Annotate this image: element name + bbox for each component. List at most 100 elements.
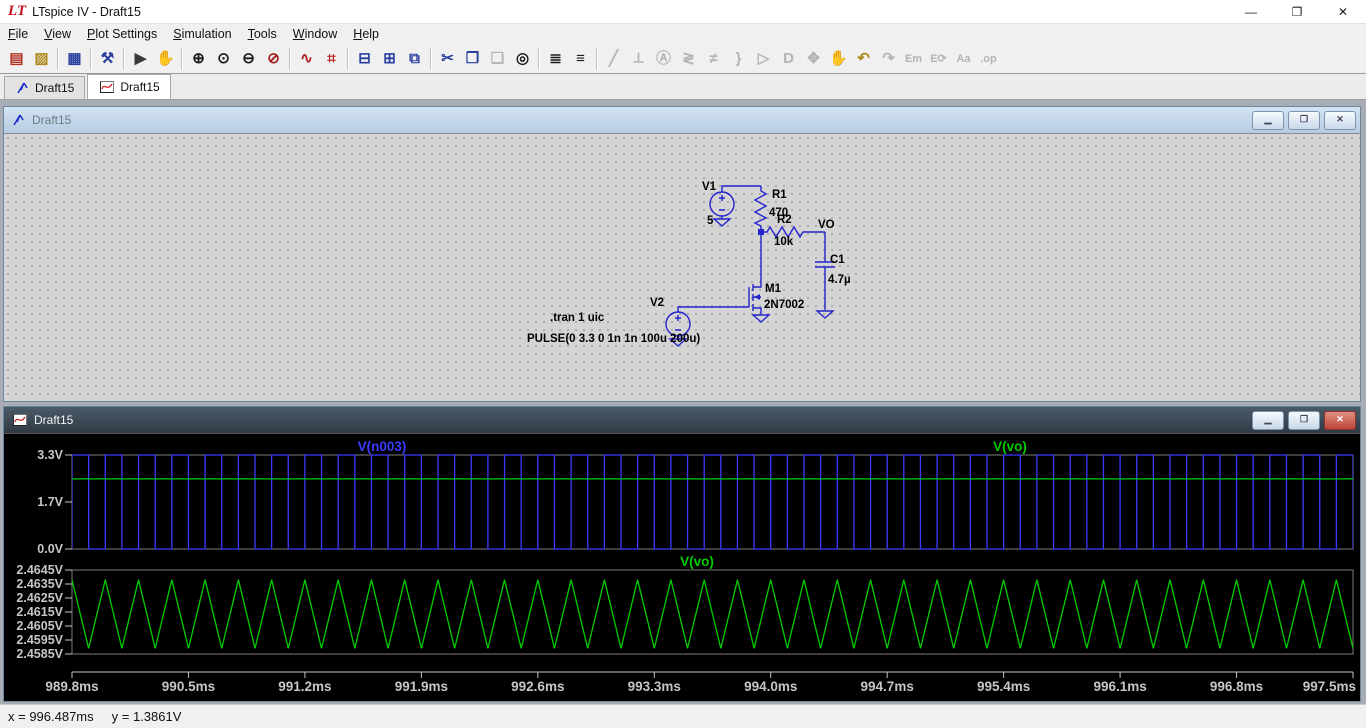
waveform-plot-area[interactable]: 3.3V1.7V0.0V2.4645V2.4635V2.4625V2.4615V…	[4, 433, 1360, 701]
waveform-restore-icon[interactable]: ❐	[1288, 411, 1320, 430]
toolbar-separator	[347, 48, 349, 70]
schematic-close-icon[interactable]: ✕	[1324, 111, 1356, 130]
zoom-full-extents-icon[interactable]: ⊘	[261, 46, 286, 72]
zoom-out-icon[interactable]: ⊖	[236, 46, 261, 72]
component-label-m1[interactable]: M1	[765, 283, 782, 295]
pane2-ytick-label: 2.4585V	[16, 647, 63, 661]
component-label-c1[interactable]: C1	[830, 254, 845, 266]
minimize-icon[interactable]: —	[1228, 0, 1274, 23]
tile-horizontally-icon[interactable]: ⊟	[352, 46, 377, 72]
autorange-y-axis-icon[interactable]: ∿	[294, 46, 319, 72]
run-icon[interactable]: ▶	[128, 46, 153, 72]
component-label-r1[interactable]: R1	[772, 189, 787, 201]
menu-help[interactable]: Help	[345, 24, 387, 44]
tab-waveform-draft15[interactable]: Draft15	[87, 74, 170, 99]
cascade-windows-icon[interactable]: ⧉	[402, 46, 427, 72]
close-icon[interactable]: ✕	[1320, 0, 1366, 23]
tab-label: Draft15	[35, 81, 74, 95]
schematic-canvas[interactable]: V1 5 R1 470 R2 10k VO C1 4.7µ M1 2N7002 …	[4, 133, 1360, 401]
zoom-in-icon[interactable]: ⊕	[186, 46, 211, 72]
pane1-ytick-label: 0.0V	[37, 542, 63, 556]
waveform-window-titlebar[interactable]: Draft15 ▁ ❐ ✕	[4, 407, 1360, 433]
tile-vertically-icon[interactable]: ⊞	[377, 46, 402, 72]
schematic-window-icon	[11, 113, 26, 127]
waveform-close-icon[interactable]: ✕	[1324, 411, 1356, 430]
zoom-back-icon[interactable]: ⊙	[211, 46, 236, 72]
place-diode-icon: ▷	[751, 46, 776, 72]
pane1-ytick-label: 1.7V	[37, 495, 63, 509]
menu-simulation[interactable]: Simulation	[165, 24, 239, 44]
schematic-drawing: V1 5 R1 470 R2 10k VO C1 4.7µ M1 2N7002 …	[4, 134, 1360, 402]
tab-schematic-draft15[interactable]: Draft15	[4, 76, 85, 99]
place-component-icon: D	[776, 46, 801, 72]
time-axis-label: 994.0ms	[744, 679, 797, 694]
find-icon[interactable]: ◎	[510, 46, 535, 72]
place-text-icon: Aa	[951, 46, 976, 72]
copy-icon[interactable]: ❐	[460, 46, 485, 72]
schematic-window: Draft15 ▁ ❐ ✕	[3, 106, 1361, 402]
print-icon[interactable]: ≣	[543, 46, 568, 72]
schematic-restore-icon[interactable]: ❐	[1288, 111, 1320, 130]
waveform-window: Draft15 ▁ ❐ ✕ 3.3V 1.7V 0.0V 2.4645V2.4635V…	[3, 406, 1361, 702]
component-value-v2-pulse[interactable]: PULSE(0 3.3 0 1n 1n 100u 200u)	[527, 333, 700, 345]
menu-file[interactable]: File	[0, 24, 36, 44]
component-value-v1[interactable]: 5	[707, 215, 714, 227]
open-icon[interactable]: ▨	[29, 46, 54, 72]
time-axis-label: 994.7ms	[861, 679, 914, 694]
tab-bar: Draft15 Draft15	[0, 74, 1366, 100]
plot-settings-icon[interactable]: ⌗	[319, 46, 344, 72]
undo-icon[interactable]: ↶	[851, 46, 876, 72]
time-axis-label: 993.3ms	[628, 679, 681, 694]
menu-tools[interactable]: Tools	[240, 24, 285, 44]
pane2-ytick-label: 2.4645V	[16, 563, 63, 577]
control-panel-icon[interactable]: ⚒	[95, 46, 120, 72]
save-icon[interactable]: ▦	[62, 46, 87, 72]
time-axis-label: 992.6ms	[511, 679, 564, 694]
time-axis-label: 989.8ms	[45, 679, 98, 694]
move-icon: ✥	[801, 46, 826, 72]
pane2-ytick-label: 2.4615V	[16, 605, 63, 619]
cursor-y-readout: y = 1.3861V	[112, 709, 182, 724]
toolbar-separator	[181, 48, 183, 70]
main-titlebar: LT LTspice IV - Draft15 — ❐ ✕	[0, 0, 1366, 24]
component-value-r2[interactable]: 10k	[774, 236, 794, 248]
paste-icon: ❑	[485, 46, 510, 72]
waveform-plot: 3.3V1.7V0.0V2.4645V2.4635V2.4625V2.4615V…	[4, 434, 1356, 702]
spice-directive-text[interactable]: .tran 1 uic	[550, 312, 605, 324]
net-label-vo[interactable]: VO	[818, 219, 835, 231]
place-net-label-icon: Ⓐ	[651, 46, 676, 72]
component-value-m1[interactable]: 2N7002	[764, 299, 804, 311]
window-title: LTspice IV - Draft15	[32, 5, 141, 19]
print-preview-icon[interactable]: ≡	[568, 46, 593, 72]
new-schematic-icon[interactable]: ▤	[4, 46, 29, 72]
drag-icon: ✋	[826, 46, 851, 72]
cut-icon[interactable]: ✂	[435, 46, 460, 72]
cursor-x-readout: x = 996.487ms	[8, 709, 94, 724]
toolbar-separator	[430, 48, 432, 70]
waveform-minimize-icon[interactable]: ▁	[1252, 411, 1284, 430]
toolbar-separator	[123, 48, 125, 70]
pane2-ytick-label: 2.4635V	[16, 577, 63, 591]
schematic-window-title: Draft15	[32, 113, 71, 127]
menu-window[interactable]: Window	[285, 24, 345, 44]
menu-view[interactable]: View	[36, 24, 79, 44]
trace-label-vvo-pane1[interactable]: V(vo)	[993, 439, 1027, 454]
trace-vn003-square-wave	[72, 455, 1353, 549]
menu-plot-settings[interactable]: Plot Settings	[79, 24, 165, 44]
component-value-c1[interactable]: 4.7µ	[828, 274, 851, 286]
schematic-minimize-icon[interactable]: ▁	[1252, 111, 1284, 130]
component-label-r2[interactable]: R2	[777, 214, 792, 226]
toolbar-separator	[289, 48, 291, 70]
trace-label-vvo-pane2[interactable]: V(vo)	[680, 554, 714, 569]
component-label-v2[interactable]: V2	[650, 297, 664, 309]
time-axis-label: 991.2ms	[278, 679, 331, 694]
place-capacitor-icon: ≠	[701, 46, 726, 72]
status-bar: x = 996.487ms y = 1.3861V	[0, 704, 1366, 728]
schematic-window-titlebar[interactable]: Draft15 ▁ ❐ ✕	[4, 107, 1360, 133]
restore-icon[interactable]: ❐	[1274, 0, 1320, 23]
component-label-v1[interactable]: V1	[702, 181, 717, 193]
draw-wire-icon: ╱	[601, 46, 626, 72]
trace-label-vn003[interactable]: V(n003)	[358, 439, 407, 454]
ltspice-logo-icon: LT	[8, 4, 26, 19]
pane1-ytick-label: 3.3V	[37, 448, 63, 462]
